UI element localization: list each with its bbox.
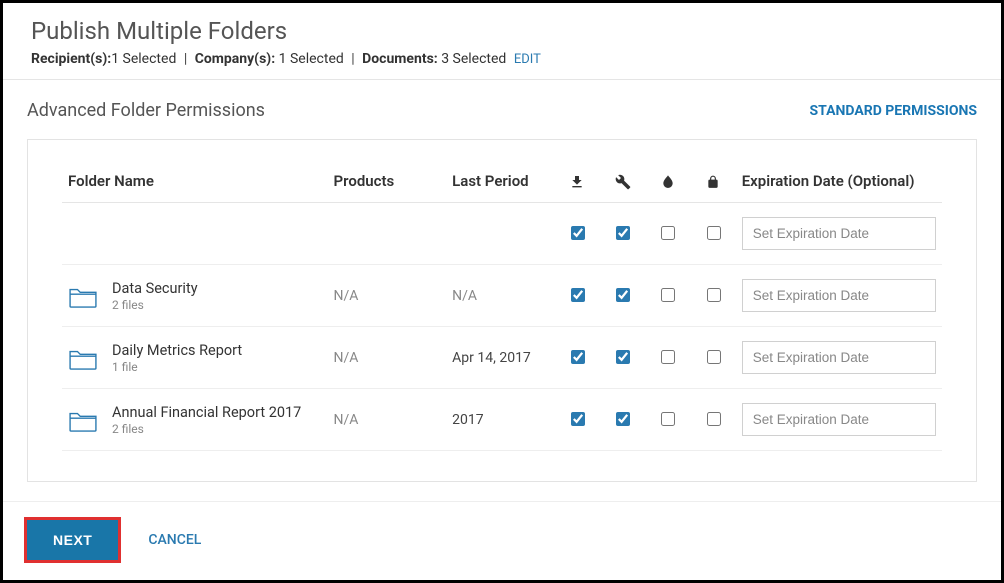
last-period-value — [446, 203, 554, 265]
download-checkbox[interactable] — [571, 412, 585, 426]
products-value: N/A — [328, 327, 447, 389]
folder-name: Annual Financial Report 2017 — [112, 404, 301, 421]
folder-icon — [68, 346, 98, 370]
table-row — [62, 203, 942, 265]
download-checkbox[interactable] — [571, 350, 585, 364]
permissions-table: Folder Name Products Last Period — [62, 164, 942, 451]
file-count: 2 files — [112, 422, 301, 436]
table-row: Annual Financial Report 20172 files N/A20… — [62, 389, 942, 451]
tools-checkbox[interactable] — [616, 288, 630, 302]
tools-checkbox[interactable] — [616, 412, 630, 426]
table-row: Data Security2 files N/AN/A — [62, 265, 942, 327]
page-title: Publish Multiple Folders — [31, 17, 973, 45]
next-button[interactable]: NEXT — [27, 520, 118, 560]
watermark-checkbox[interactable] — [661, 288, 675, 302]
companies-value: 1 Selected — [279, 51, 344, 67]
companies-label: Company(s): — [195, 51, 275, 67]
expiration-input[interactable] — [742, 403, 936, 436]
col-watermark-icon — [645, 164, 690, 203]
last-period-value: N/A — [446, 265, 554, 327]
folder-name: Data Security — [112, 280, 198, 297]
last-period-value: 2017 — [446, 389, 554, 451]
section-title: Advanced Folder Permissions — [27, 100, 265, 121]
lock-checkbox[interactable] — [707, 350, 721, 364]
edit-link[interactable]: EDIT — [514, 52, 541, 67]
expiration-input[interactable] — [742, 341, 936, 374]
folder-icon — [68, 408, 98, 432]
expiration-input[interactable] — [742, 279, 936, 312]
col-download-icon — [555, 164, 600, 203]
documents-value: 3 Selected — [441, 51, 506, 67]
products-value: N/A — [328, 389, 447, 451]
col-folder-name: Folder Name — [62, 164, 328, 203]
watermark-checkbox[interactable] — [661, 412, 675, 426]
table-row: Daily Metrics Report1 file N/AApr 14, 201… — [62, 327, 942, 389]
expiration-input[interactable] — [742, 217, 936, 250]
col-tools-icon — [600, 164, 645, 203]
lock-checkbox[interactable] — [707, 226, 721, 240]
folder-name: Daily Metrics Report — [112, 342, 242, 359]
lock-checkbox[interactable] — [707, 288, 721, 302]
products-value — [328, 203, 447, 265]
products-value: N/A — [328, 265, 447, 327]
file-count: 2 files — [112, 298, 198, 312]
col-last-period: Last Period — [446, 164, 554, 203]
watermark-checkbox[interactable] — [661, 226, 675, 240]
recipients-value: 1 Selected — [111, 51, 176, 67]
file-count: 1 file — [112, 360, 242, 374]
recipients-label: Recipient(s): — [31, 51, 111, 67]
cancel-button[interactable]: CANCEL — [148, 532, 201, 548]
lock-checkbox[interactable] — [707, 412, 721, 426]
last-period-value: Apr 14, 2017 — [446, 327, 554, 389]
tools-checkbox[interactable] — [616, 350, 630, 364]
standard-permissions-link[interactable]: STANDARD PERMISSIONS — [810, 103, 977, 119]
col-expiration: Expiration Date (Optional) — [736, 164, 942, 203]
col-products: Products — [328, 164, 447, 203]
col-lock-icon — [690, 164, 735, 203]
download-checkbox[interactable] — [571, 226, 585, 240]
watermark-checkbox[interactable] — [661, 350, 675, 364]
folder-icon — [68, 284, 98, 308]
download-checkbox[interactable] — [571, 288, 585, 302]
selection-summary: Recipient(s):1 Selected | Company(s): 1 … — [31, 51, 973, 67]
tools-checkbox[interactable] — [616, 226, 630, 240]
documents-label: Documents: — [362, 51, 438, 67]
